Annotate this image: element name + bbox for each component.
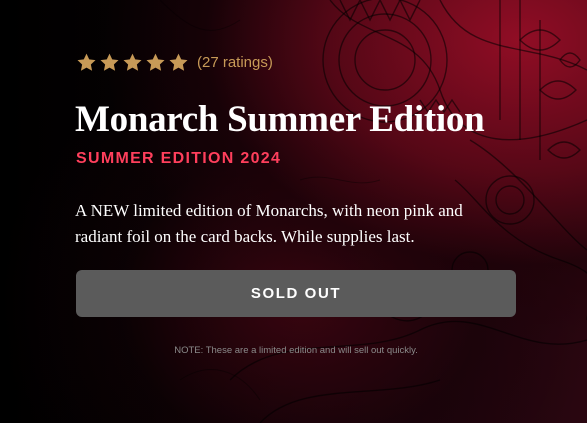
product-title: Monarch Summer Edition bbox=[75, 99, 485, 140]
product-description-line: radiant foil on the card backs. While su… bbox=[75, 227, 415, 246]
star-filled-icon bbox=[145, 52, 166, 73]
star-filled-icon bbox=[122, 52, 143, 73]
product-description: A NEW limited edition of Monarchs, with … bbox=[75, 198, 515, 250]
product-edition-label: SUMMER EDITION 2024 bbox=[76, 150, 282, 167]
star-filled-icon bbox=[99, 52, 120, 73]
star-filled-icon bbox=[168, 52, 189, 73]
product-description-line: A NEW limited edition of Monarchs, with … bbox=[75, 201, 463, 220]
sold-out-button[interactable]: SOLD OUT bbox=[76, 270, 516, 317]
rating-row: (27 ratings) bbox=[76, 52, 273, 73]
product-hero: (27 ratings) Monarch Summer Edition SUMM… bbox=[0, 0, 587, 423]
limited-edition-note: NOTE: These are a limited edition and wi… bbox=[174, 345, 418, 356]
ratings-count-link[interactable]: (27 ratings) bbox=[197, 54, 273, 71]
star-filled-icon bbox=[76, 52, 97, 73]
